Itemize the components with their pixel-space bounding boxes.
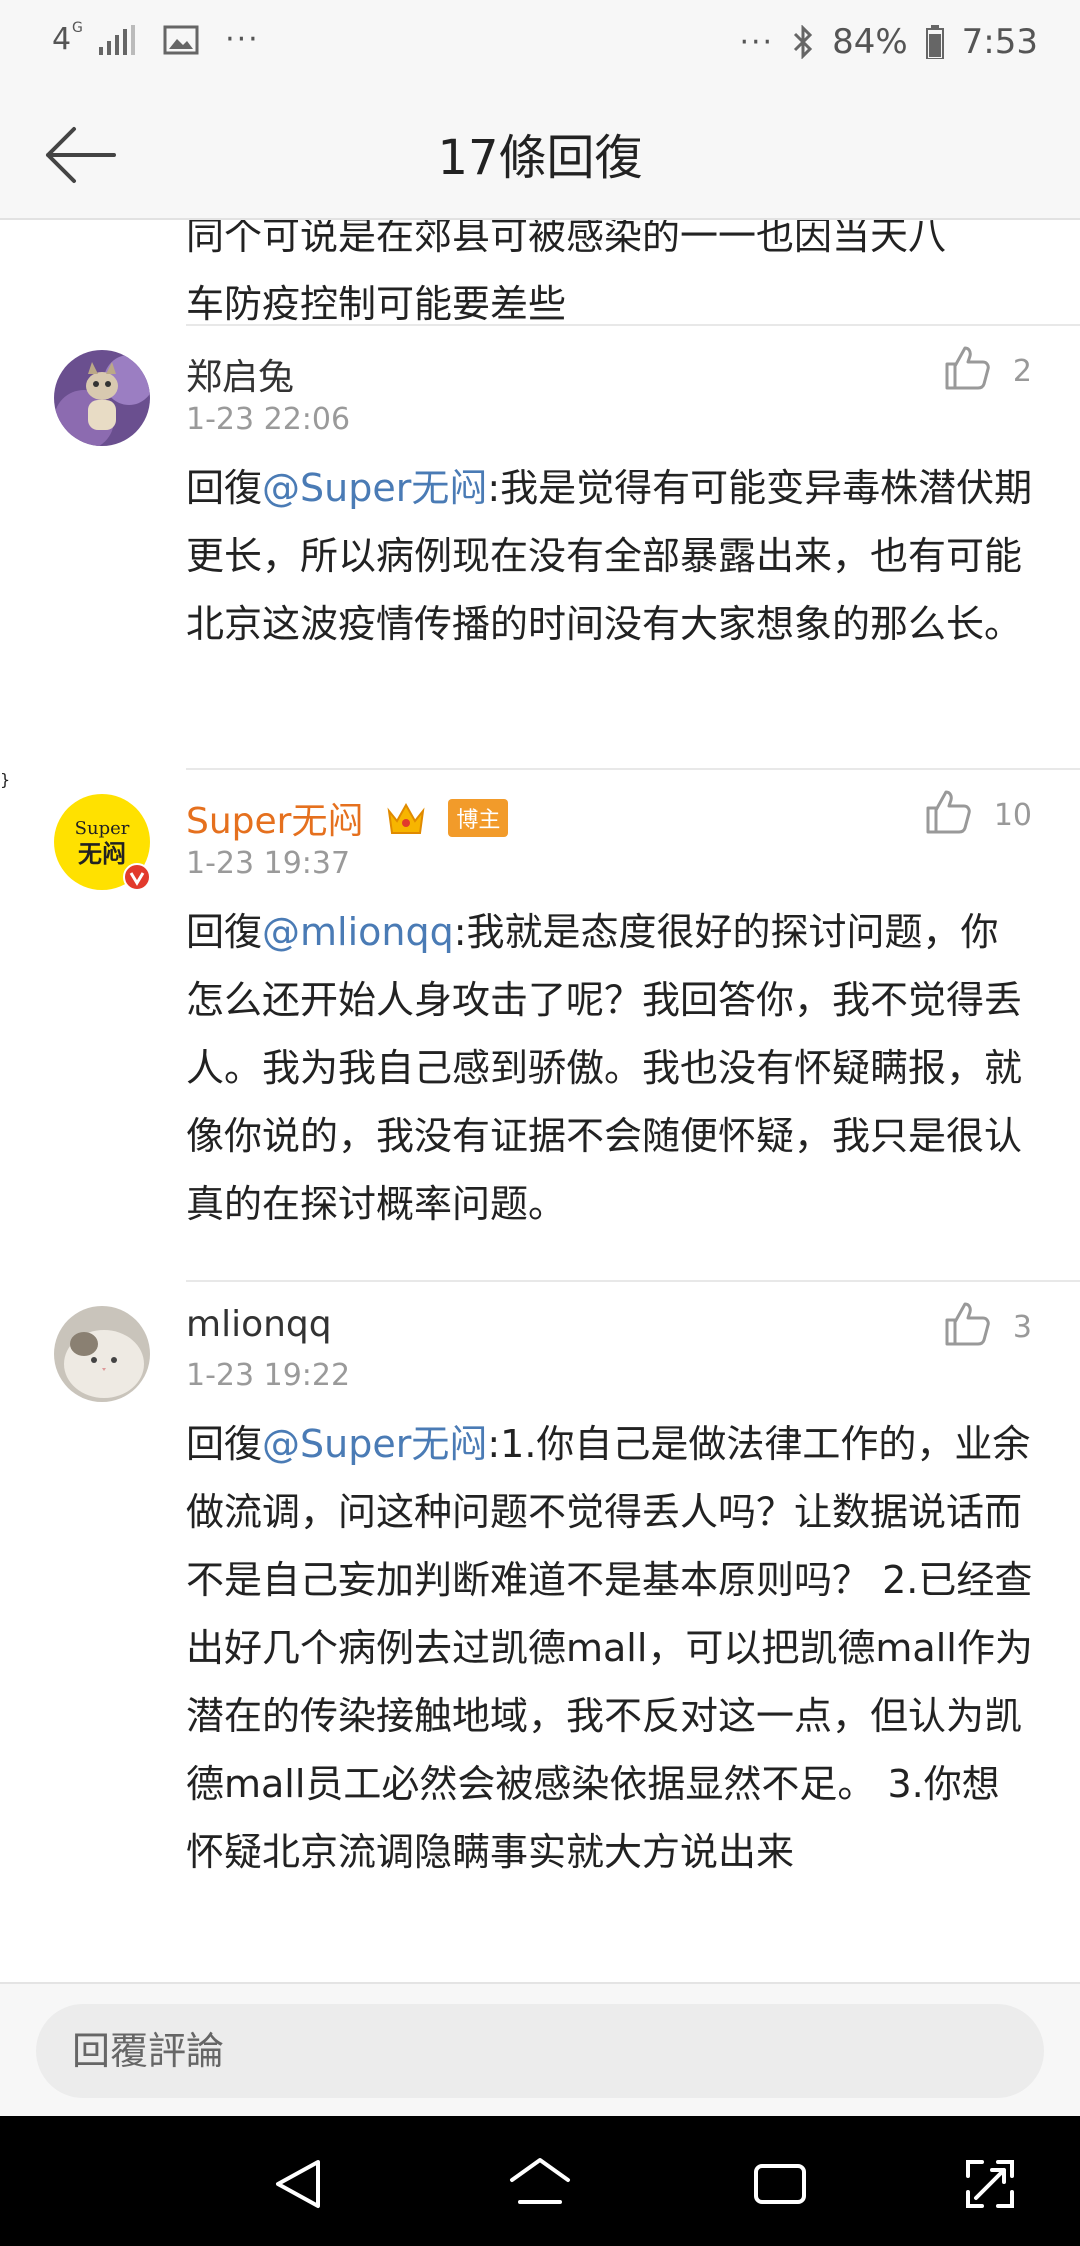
like-count: 2 [1012,353,1032,389]
comment-time: 1-23 22:06 [186,402,351,437]
reply-prefix: 回復 [186,1422,263,1466]
mention-link[interactable]: @Super无闷 [262,466,487,510]
comment-body: 回復@Super无闷:1.你自己是做法律工作的，业余做流调，问这种问题不觉得丢人… [186,1410,1036,1886]
comment-author[interactable]: Super无闷 博主 [186,792,509,846]
comment-time: 1-23 19:37 [186,846,351,881]
navigation-bar [0,2116,1080,2246]
previous-comment-line-1: 同个可说是在郊县可被感染的一一也因当天八 [186,220,947,258]
comment-body: 回復@Super无闷:我是觉得有可能变异毒株潜伏期更长，所以病例现在没有全部暴露… [186,454,1036,658]
divider [186,1280,1080,1282]
thumbs-up-icon [943,1300,991,1354]
thumbs-up-icon [924,788,972,842]
image-notification-icon [163,25,199,55]
battery-percent: 84% [832,22,908,62]
like-button[interactable]: 2 [943,344,1032,398]
reply-input[interactable]: 回覆評論 [36,2004,1044,2098]
fullscreen-icon[interactable] [958,2152,1022,2216]
reply-prefix: 回復 [186,910,263,954]
back-triangle-icon[interactable] [268,2152,332,2216]
comment-text: :1.你自己是做法律工作的，业余做流调，问这种问题不觉得丢人吗？让数据说话而不是… [186,1422,1033,1874]
battery-icon [925,25,944,59]
avatar-text-2: 无闷 [78,839,126,868]
clock: 7:53 [961,22,1038,62]
comment-author[interactable]: 郑启兔 [186,348,294,400]
mention-link[interactable]: @Super无闷 [262,1422,487,1466]
recents-icon[interactable] [748,2152,812,2216]
status-bar: 4G ··· ··· 84% 7:53 [0,0,1080,90]
bluetooth-icon [792,25,814,59]
network-indicator: 4G [52,20,83,57]
owner-badge: 博主 [448,799,509,837]
comment-text: :我就是态度很好的探讨问题，你怎么还开始人身攻击了呢？我回答你，我不觉得丢人。我… [186,910,1023,1226]
like-count: 3 [1012,1309,1032,1345]
signal-icon [97,24,137,55]
comment-time: 1-23 19:22 [186,1358,351,1393]
more-notifications-icon: ··· [225,22,260,57]
crown-icon [385,801,427,846]
reply-prefix: 回復 [186,466,263,510]
divider [186,324,1080,326]
reply-bar: 回覆評論 [0,1982,1080,2118]
mention-link[interactable]: @mlionqq [262,910,454,954]
like-count: 10 [993,797,1032,833]
comment-item[interactable]: Super 无闷 Super无闷 博主 10 1-23 19:37 回復@mli… [0,770,1080,1226]
avatar[interactable] [54,1306,150,1402]
comment-body: 回復@mlionqq:我就是态度很好的探讨问题，你怎么还开始人身攻击了呢？我回答… [186,898,1036,1238]
avatar-text-1: Super [75,818,130,839]
like-button[interactable]: 10 [924,788,1032,842]
overflow-icon: ··· [739,24,775,60]
previous-comment-tail: 同个可说是在郊县可被感染的一一也因当天八 车防疫控制可能要差些 [186,220,1046,326]
comment-author[interactable]: mlionqq [186,1304,332,1345]
home-icon[interactable] [508,2152,572,2216]
comment-list[interactable]: 同个可说是在郊县可被感染的一一也因当天八 车防疫控制可能要差些 郑启兔 2 1-… [0,220,1080,1982]
author-name[interactable]: Super无闷 [186,801,363,842]
thumbs-up-icon [943,344,991,398]
avatar[interactable] [54,350,150,446]
like-button[interactable]: 3 [943,1300,1032,1354]
previous-comment-line-2: 车防疫控制可能要差些 [186,282,567,326]
page-title: 17條回復 [437,130,643,186]
top-header: 17條回復 [0,90,1080,220]
verified-icon [122,862,152,896]
